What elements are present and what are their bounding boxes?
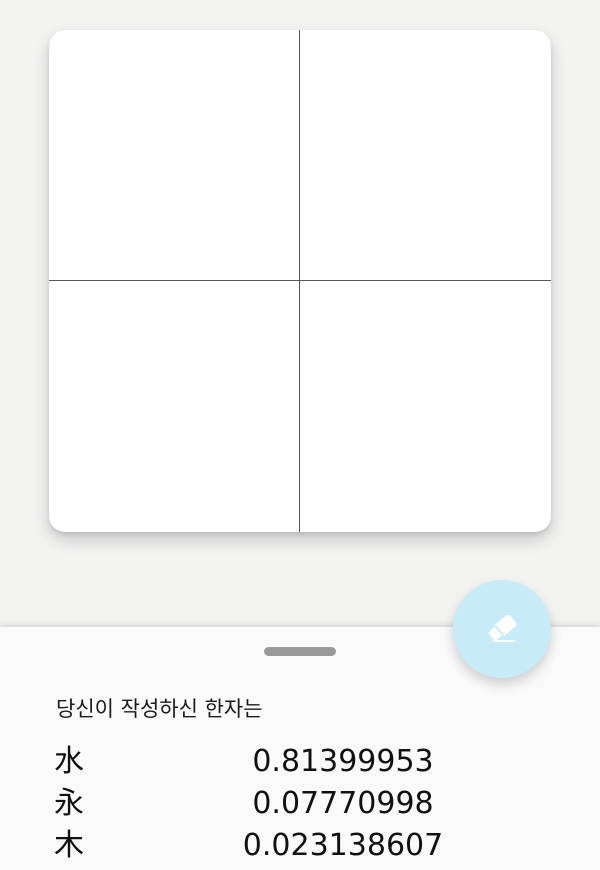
result-probability: 0.07770998 — [252, 786, 434, 821]
result-probability: 0.023138607 — [242, 828, 444, 863]
result-character: 永 — [54, 786, 84, 821]
app-screen: 당신이 작성하신 한자는 水 0.81399953 永 0.07770998 木… — [0, 0, 600, 870]
sheet-drag-handle[interactable] — [264, 647, 336, 656]
horizontal-guide-line — [49, 280, 551, 281]
drawing-canvas[interactable] — [49, 30, 551, 532]
result-row[interactable]: 木 0.023138607 — [0, 825, 600, 867]
results-title: 당신이 작성하신 한자는 — [56, 697, 263, 721]
vertical-guide-line — [299, 30, 300, 532]
result-probability: 0.81399953 — [252, 744, 434, 779]
results-list: 水 0.81399953 永 0.07770998 木 0.023138607 — [0, 741, 600, 867]
result-character: 水 — [54, 744, 84, 779]
result-row[interactable]: 水 0.81399953 — [0, 741, 600, 783]
result-row[interactable]: 永 0.07770998 — [0, 783, 600, 825]
result-character: 木 — [54, 828, 84, 863]
clear-canvas-button[interactable] — [453, 580, 551, 678]
eraser-icon — [482, 609, 522, 649]
